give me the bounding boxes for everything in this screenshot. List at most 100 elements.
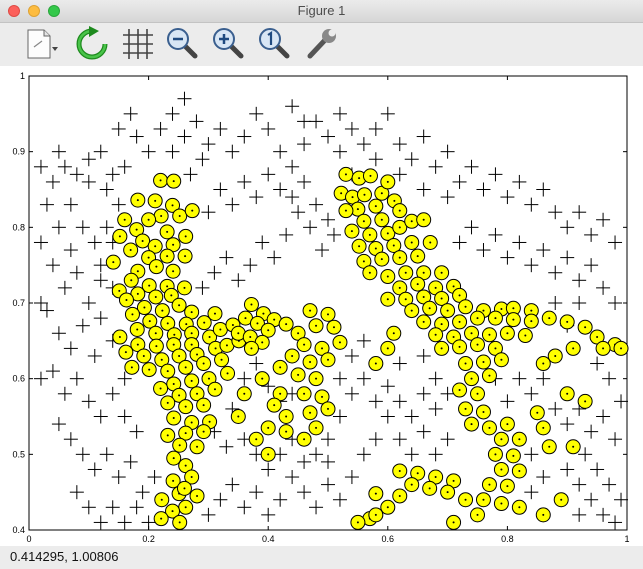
wrench-icon: [307, 29, 336, 59]
circle-point: [254, 371, 270, 387]
circle-point: [493, 431, 509, 447]
grid-button[interactable]: [119, 25, 157, 63]
circle-point: [172, 514, 188, 530]
circle-point: [153, 511, 169, 527]
circle-point: [172, 208, 188, 224]
circle-point: [380, 174, 396, 190]
circle-point: [196, 356, 212, 372]
circle-point: [541, 310, 557, 326]
circle-point: [272, 359, 288, 375]
circle-point: [470, 310, 485, 326]
y-tick-label: 0.6: [12, 374, 25, 384]
circle-point: [511, 431, 527, 447]
circle-point: [481, 368, 497, 384]
circle-point: [499, 478, 515, 494]
circle-point: [475, 404, 491, 420]
circle-point: [392, 463, 408, 479]
circle-point: [577, 319, 593, 335]
x-tick-label: 1: [624, 534, 629, 544]
circle-point: [458, 401, 474, 417]
y-tick-label: 0.7: [12, 298, 25, 308]
save-figure-button[interactable]: [20, 25, 58, 63]
circle-point: [178, 499, 194, 515]
circle-point: [320, 401, 336, 417]
circle-point: [290, 367, 306, 383]
circle-point: [380, 499, 396, 515]
refresh-icon: [76, 26, 108, 60]
circle-point: [422, 480, 438, 496]
circle-point: [184, 203, 200, 219]
y-tick-label: 0.8: [12, 222, 25, 232]
circle-point: [368, 507, 384, 523]
refresh-button[interactable]: [73, 25, 111, 63]
circle-point: [440, 484, 456, 500]
circle-point: [148, 325, 164, 341]
circle-point: [559, 386, 575, 402]
circle-point: [541, 439, 557, 455]
circle-point: [416, 314, 432, 330]
circle-point: [105, 254, 121, 270]
circle-point: [380, 269, 396, 285]
circle-point: [511, 463, 527, 479]
circle-point: [511, 499, 527, 515]
circle-point: [296, 386, 312, 402]
cursor-coordinates: 0.414295, 1.00806: [10, 549, 119, 564]
circle-point: [178, 359, 194, 375]
circle-point: [189, 439, 205, 455]
zoom-in-button[interactable]: [210, 25, 248, 63]
circle-point: [243, 340, 259, 356]
circle-point: [278, 424, 294, 440]
circle-point: [176, 480, 192, 496]
circle-point: [160, 363, 176, 379]
figure-canvas[interactable]: 0 0.2 0.4 0.6 0.8 1 0.4 0.5 0.6 0.7 0.8 0.9 1: [0, 66, 643, 546]
circle-point: [153, 208, 169, 224]
circle-point: [565, 340, 581, 356]
circle-point: [458, 492, 474, 508]
circle-point: [499, 325, 515, 341]
circle-point: [154, 303, 170, 319]
circle-point: [398, 265, 414, 281]
circle-point: [368, 356, 384, 372]
circle-point: [452, 339, 468, 355]
zoom-reset-button[interactable]: [256, 25, 294, 63]
circle-point: [118, 292, 134, 308]
circle-point: [487, 310, 503, 326]
circle-point: [535, 420, 551, 436]
circle-point: [404, 234, 420, 250]
circle-point: [153, 172, 169, 188]
circle-point: [475, 354, 491, 370]
y-tick-label: 0.4: [12, 525, 25, 535]
circle-point: [160, 395, 176, 411]
circle-point: [141, 362, 157, 378]
circle-point: [493, 496, 509, 512]
configure-button[interactable]: [302, 25, 340, 63]
zoom-out-button[interactable]: [164, 25, 202, 63]
circle-point: [178, 399, 194, 415]
circle-point: [320, 352, 336, 368]
circle-point: [428, 327, 444, 343]
circle-point: [338, 203, 354, 219]
grid-icon: [123, 29, 153, 59]
circle-point: [458, 299, 474, 315]
circle-point: [559, 314, 575, 330]
circle-point: [523, 313, 539, 329]
circle-point: [356, 187, 372, 203]
circle-point: [284, 348, 300, 364]
circle-point: [470, 337, 485, 353]
circle-point: [475, 492, 491, 508]
circle-point: [112, 329, 128, 345]
y-tick-label: 0.9: [12, 147, 25, 157]
x-tick-label: 0.8: [501, 534, 514, 544]
circle-point: [196, 397, 212, 413]
circle-point: [446, 514, 462, 530]
circle-point: [440, 303, 456, 319]
circle-point: [154, 492, 170, 508]
circle-point: [260, 446, 276, 462]
circle-point: [404, 303, 420, 319]
circle-point: [404, 477, 420, 493]
circle-point: [166, 173, 182, 189]
circle-point: [386, 325, 402, 341]
circle-point: [141, 212, 157, 228]
circle-point: [123, 272, 139, 288]
x-tick-label: 0.4: [262, 534, 275, 544]
